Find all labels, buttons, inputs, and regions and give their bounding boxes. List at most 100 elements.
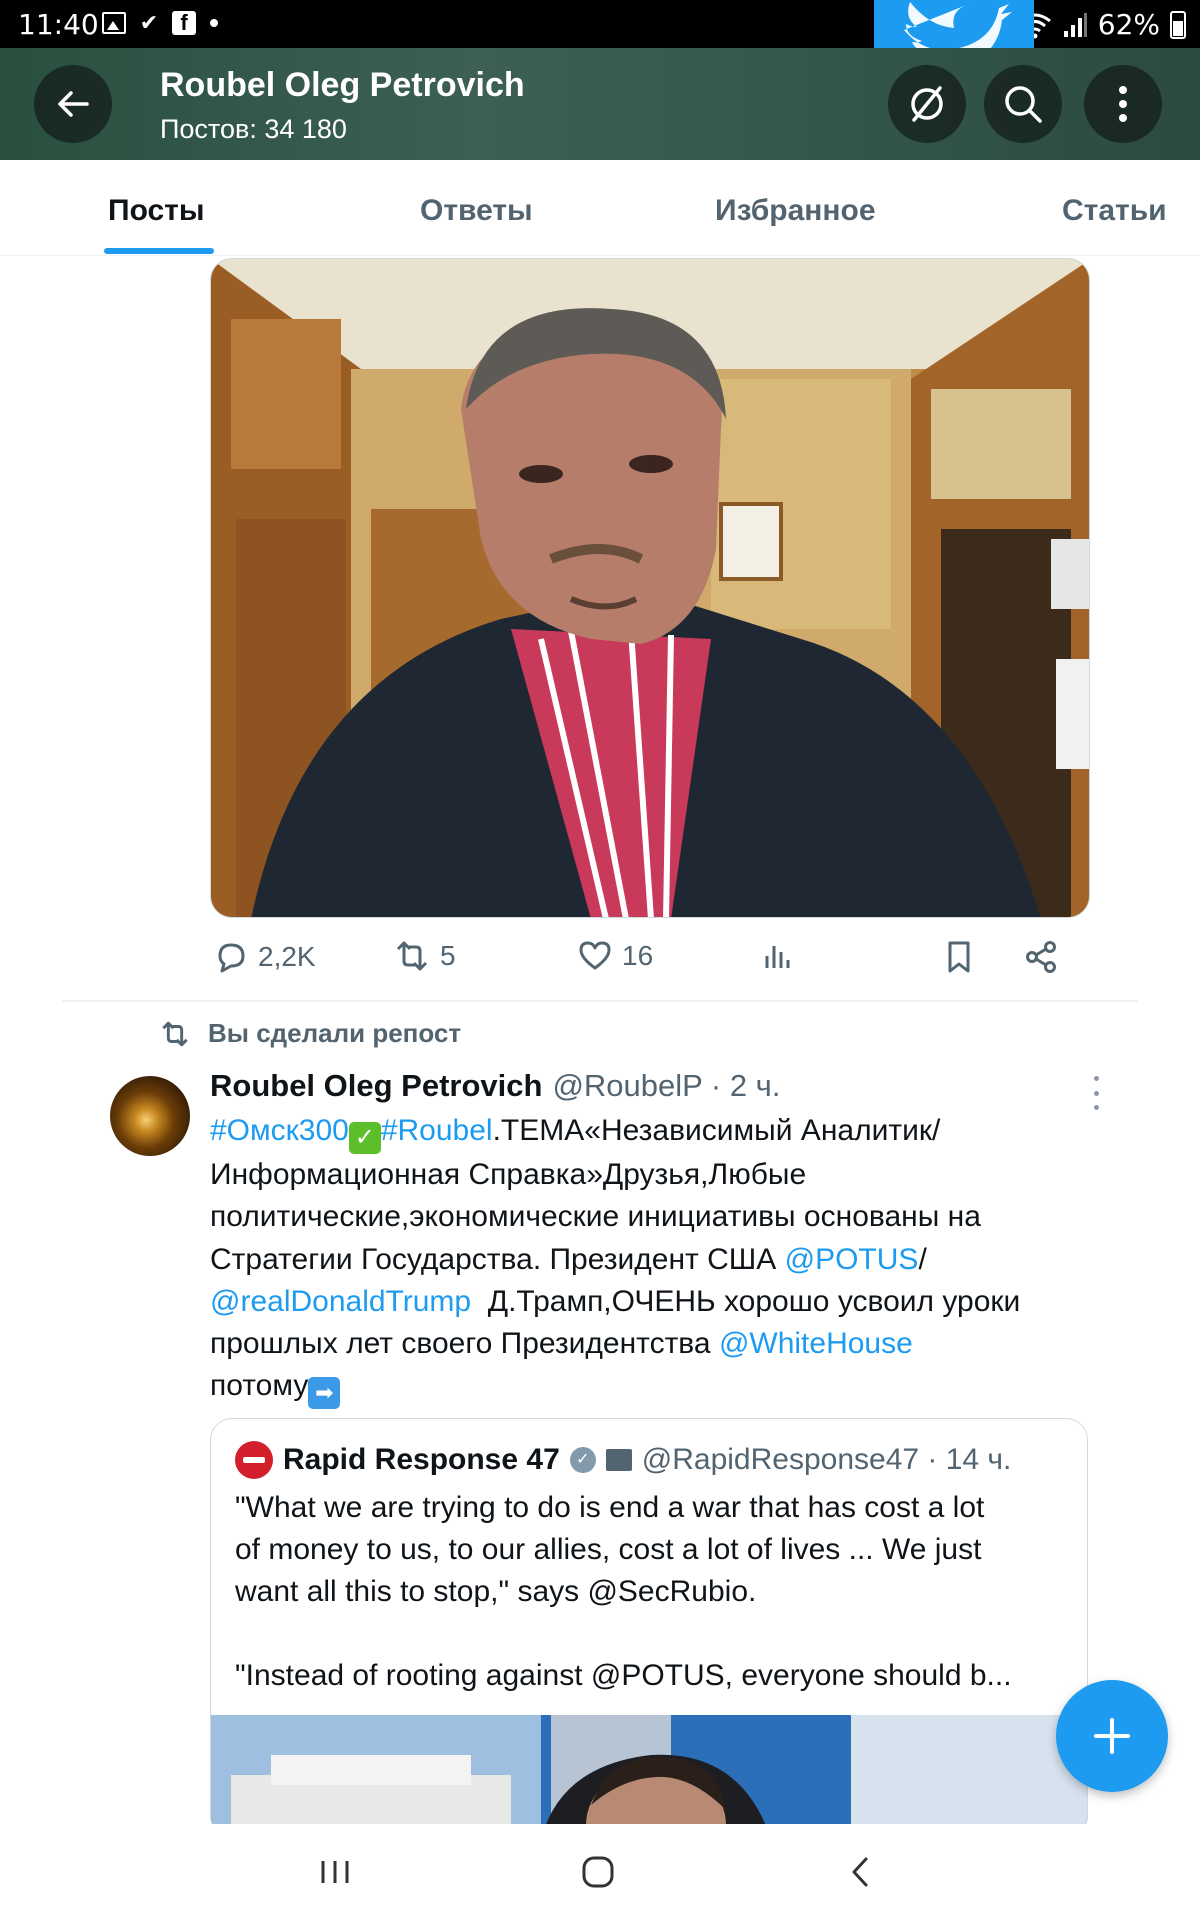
share-icon xyxy=(1026,941,1056,973)
check-icon: ✔ xyxy=(139,10,159,35)
arrow-right-emoji-icon: ➡ xyxy=(308,1377,341,1410)
bookmark-icon xyxy=(948,941,970,973)
profile-header: Roubel Oleg Petrovich Постов: 34 180 xyxy=(0,48,1200,160)
post-line-4: Стратегии Государства. Президент США @PO… xyxy=(210,1239,1090,1281)
quoted-line: want all this to stop," says @SecRubio. xyxy=(235,1575,757,1608)
post-line-5: @realDonaldTrump Д.Трамп,ОЧЕНЬ хорошо ус… xyxy=(210,1281,1090,1323)
compose-button[interactable] xyxy=(1056,1680,1168,1792)
notification-icons: ✔ f xyxy=(102,10,218,36)
selfie-photo-image xyxy=(211,259,1089,917)
quoted-post[interactable]: Rapid Response 47 ✓ @RapidResponse47 · 1… xyxy=(210,1418,1088,1838)
like-count: 16 xyxy=(622,940,654,971)
post-count: Постов: 34 180 xyxy=(160,114,347,144)
verified-badge-icon: ✓ xyxy=(569,1447,596,1473)
post-text-segment: Д.Трамп,ОЧЕНЬ хорошо усвоил уроки xyxy=(471,1284,1021,1318)
tab-favorites[interactable]: Избранное xyxy=(715,194,876,228)
system-status: 62% xyxy=(1018,8,1186,41)
dot-icon xyxy=(1093,1105,1099,1110)
post-text-segment: прошлых лет своего Президентства xyxy=(210,1327,719,1361)
quoted-avatar xyxy=(235,1441,273,1479)
hashtag-link[interactable]: #Омск300 xyxy=(210,1114,349,1147)
quoted-post-text: "What we are trying to do is end a war t… xyxy=(235,1487,1075,1697)
back-button[interactable] xyxy=(34,65,112,143)
status-time: 11:40 xyxy=(18,8,99,41)
mention-link[interactable]: @WhiteHouse xyxy=(719,1327,913,1360)
check-emoji-icon: ✓ xyxy=(348,1122,381,1154)
heart-icon xyxy=(579,941,611,970)
views-button[interactable] xyxy=(762,940,792,970)
quoted-video-thumbnail xyxy=(211,1715,1087,1837)
tab-replies[interactable]: Ответы xyxy=(420,194,533,228)
post-line-3: политические,экономические инициативы ос… xyxy=(210,1200,981,1234)
post-actions: 2,2K 5 16 xyxy=(210,940,1090,984)
post-author-name[interactable]: Roubel Oleg Petrovich xyxy=(210,1068,542,1104)
recent-apps-button[interactable] xyxy=(305,1850,365,1894)
facebook-icon: f xyxy=(172,11,196,35)
post-text-segment: .ТЕМА«Независимый Аналитик/ xyxy=(492,1114,941,1147)
gallery-icon xyxy=(102,12,126,34)
post-line-7: потому ➡ xyxy=(210,1365,1090,1410)
reply-button[interactable]: 2,2K xyxy=(214,940,316,974)
tab-posts[interactable]: Посты xyxy=(108,194,205,228)
post-text-segment: Стратегии Государства. Президент США xyxy=(210,1242,785,1276)
plus-icon xyxy=(1094,1718,1130,1754)
active-tab-indicator xyxy=(104,248,214,254)
quoted-line: "Instead of rooting against @POTUS, ever… xyxy=(235,1659,1012,1692)
quoted-post-header: Rapid Response 47 ✓ @RapidResponse47 · 1… xyxy=(235,1441,1011,1479)
repost-label: Вы сделали репост xyxy=(208,1018,462,1048)
post-body[interactable]: #Омск300 ✓ #Roubel.ТЕМА«Независимый Аналит… xyxy=(210,1110,1090,1410)
chevron-left-icon xyxy=(852,1857,868,1887)
dot-icon xyxy=(1093,1090,1099,1096)
post-line-6: прошлых лет своего Президентства @WhiteH… xyxy=(210,1323,1090,1365)
home-button[interactable] xyxy=(568,1850,628,1894)
post-more-button[interactable] xyxy=(1088,1076,1104,1110)
avatar[interactable] xyxy=(110,1076,190,1156)
home-icon xyxy=(582,1856,614,1888)
hashtag-link[interactable]: #Roubel xyxy=(381,1114,493,1147)
quoted-line: "What we are trying to do is end a war t… xyxy=(235,1491,985,1524)
signal-icon xyxy=(1063,12,1087,37)
profile-name: Roubel Oleg Petrovich xyxy=(160,66,525,104)
post-text-segment: / xyxy=(918,1242,927,1276)
share-button[interactable] xyxy=(1024,940,1058,974)
mute-button[interactable] xyxy=(888,65,966,143)
mention-link[interactable]: @POTUS xyxy=(785,1243,919,1276)
post-photo[interactable] xyxy=(210,258,1090,918)
comment-icon xyxy=(218,943,245,973)
back-nav-button[interactable] xyxy=(830,1850,890,1894)
mention-link[interactable]: @realDonaldTrump xyxy=(210,1285,471,1318)
post-divider xyxy=(62,1000,1138,1002)
dot-icon xyxy=(1093,1076,1099,1081)
repost-icon xyxy=(396,941,428,971)
post-author-handle[interactable]: @RoubelP · 2 ч. xyxy=(552,1068,780,1104)
government-badge-icon xyxy=(605,1449,632,1471)
battery-icon xyxy=(1170,10,1186,39)
analytics-icon xyxy=(765,946,790,968)
more-options-button[interactable] xyxy=(1084,65,1162,143)
post-line-1: #Омск300 ✓ #Roubel.ТЕМА«Независимый Аналит… xyxy=(210,1110,1090,1154)
repost-icon xyxy=(162,1021,188,1046)
system-navigation-bar xyxy=(0,1824,1200,1920)
dot-icon xyxy=(210,19,218,27)
like-button[interactable]: 16 xyxy=(578,940,653,972)
repost-indicator: Вы сделали репост xyxy=(160,1018,461,1049)
quoted-line xyxy=(235,1613,1075,1655)
quoted-author-name: Rapid Response 47 xyxy=(283,1443,560,1476)
recent-apps-icon xyxy=(321,1861,349,1883)
repost-button[interactable]: 5 xyxy=(394,940,456,972)
vertical-dots-icon xyxy=(1119,86,1127,122)
arrow-left-icon xyxy=(58,91,89,117)
quoted-line: of money to us, to our allies, cost a lo… xyxy=(235,1533,982,1566)
quoted-author-handle: @RapidResponse47 · 14 ч. xyxy=(641,1443,1012,1476)
search-button[interactable] xyxy=(984,65,1062,143)
slashed-circle-icon xyxy=(911,86,943,122)
quoted-media[interactable] xyxy=(211,1715,1087,1837)
bookmark-button[interactable] xyxy=(944,940,974,974)
post-header: Roubel Oleg Petrovich @RoubelP · 2 ч. xyxy=(210,1068,780,1104)
profile-tabs: Посты Ответы Избранное Статьи xyxy=(0,160,1200,256)
battery-percent: 62% xyxy=(1097,8,1160,41)
repost-count: 5 xyxy=(440,940,456,971)
reply-count: 2,2K xyxy=(258,941,316,972)
post-text-segment: потому xyxy=(210,1369,309,1403)
tab-articles[interactable]: Статьи xyxy=(1062,194,1167,228)
